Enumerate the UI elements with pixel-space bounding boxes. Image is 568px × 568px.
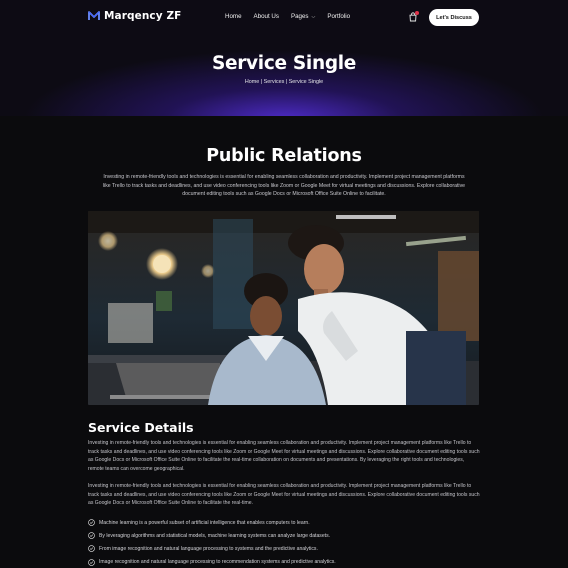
check-circle-icon bbox=[88, 545, 95, 553]
list-item-text: From image recognition and natural langu… bbox=[99, 545, 318, 552]
cart-badge bbox=[415, 11, 419, 15]
service-intro: Investing in remote-friendly tools and t… bbox=[102, 174, 466, 198]
page-title: Service Single bbox=[211, 53, 357, 74]
nav-item-portfolio[interactable]: Portfolio bbox=[327, 13, 350, 20]
breadcrumb-current: Service Single bbox=[288, 79, 324, 85]
feature-checklist: Machine learning is a powerful subset of… bbox=[88, 516, 480, 568]
list-item: From image recognition and natural langu… bbox=[88, 542, 480, 555]
check-circle-icon bbox=[88, 519, 95, 526]
lets-discuss-button[interactable]: Let's Discuss bbox=[429, 9, 479, 26]
service-image bbox=[88, 211, 479, 405]
details-paragraph: Investing in remote-friendly tools and t… bbox=[88, 440, 480, 472]
nav-item-pages[interactable]: Pages ⌵ bbox=[291, 13, 315, 20]
breadcrumb-services[interactable]: Services bbox=[264, 79, 285, 85]
service-title: Public Relations bbox=[206, 146, 362, 166]
office-photo-illustration bbox=[88, 211, 479, 405]
check-circle-icon bbox=[88, 558, 95, 566]
nav-label-about-us: About Us bbox=[253, 13, 279, 20]
chevron-down-icon: ⌵ bbox=[311, 13, 316, 20]
top-navigation: Marqency ZF Home About Us Pages ⌵ Portfo… bbox=[0, 0, 568, 36]
list-item-text: Image recognition and natural language p… bbox=[99, 559, 336, 566]
list-item-text: By leveraging algorithms and statistical… bbox=[99, 532, 331, 539]
list-item: By leveraging algorithms and statistical… bbox=[88, 529, 480, 542]
list-item: Machine learning is a powerful subset of… bbox=[88, 516, 480, 529]
list-item: Image recognition and natural language p… bbox=[88, 556, 480, 568]
details-paragraph: Investing in remote-friendly tools and t… bbox=[88, 483, 480, 507]
hero-banner: Marqency ZF Home About Us Pages ⌵ Portfo… bbox=[0, 0, 568, 116]
nav-label-portfolio: Portfolio bbox=[327, 13, 351, 20]
service-details-heading: Service Details bbox=[88, 420, 194, 435]
check-circle-icon bbox=[88, 532, 95, 540]
nav-item-home[interactable]: Home bbox=[225, 13, 242, 20]
logo-mark-icon bbox=[88, 11, 100, 20]
brand-logo[interactable]: Marqency ZF bbox=[88, 10, 181, 22]
nav-label-pages: Pages bbox=[290, 13, 309, 20]
breadcrumb-home[interactable]: Home bbox=[245, 79, 259, 85]
main-menu: Home About Us Pages ⌵ Portfolio bbox=[225, 13, 362, 20]
brand-name: Marqency ZF bbox=[104, 10, 182, 22]
list-item-text: Machine learning is a powerful subset of… bbox=[99, 519, 310, 526]
nav-label-home: Home bbox=[225, 13, 242, 20]
breadcrumb: Home | Services | Service Single bbox=[0, 79, 568, 85]
nav-item-about-us[interactable]: About Us bbox=[254, 13, 279, 20]
